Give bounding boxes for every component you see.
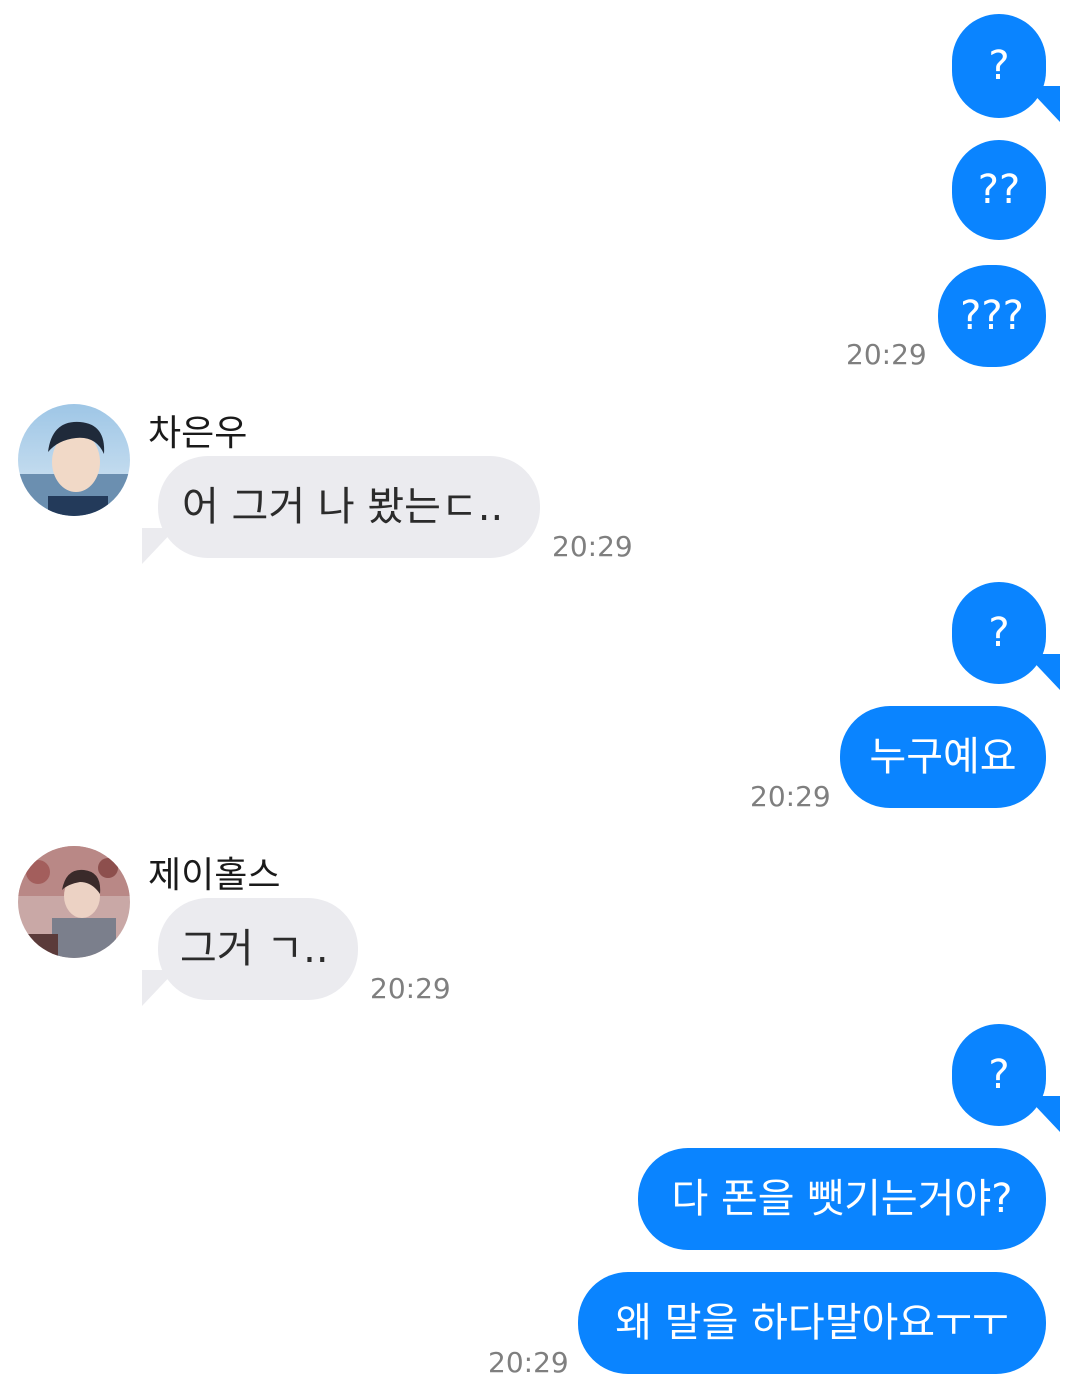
outgoing-message-bubble[interactable]: ? (952, 1024, 1046, 1126)
message-timestamp: 20:29 (370, 972, 451, 1005)
message-timestamp: 20:29 (552, 530, 633, 563)
contact-avatar[interactable] (18, 846, 130, 958)
profile-photo-avatar-icon (18, 846, 130, 958)
message-timestamp: 20:29 (846, 338, 927, 371)
message-timestamp: 20:29 (750, 780, 831, 813)
profile-photo-avatar-icon (18, 404, 130, 516)
incoming-message-bubble[interactable]: 그거 ㄱ.. (158, 898, 358, 1000)
outgoing-message-bubble[interactable]: ? (952, 582, 1046, 684)
outgoing-message-bubble[interactable]: 다 폰을 뺏기는거야? (638, 1148, 1046, 1250)
sender-name: 제이홀스 (148, 855, 281, 896)
message-timestamp: 20:29 (488, 1346, 569, 1379)
sender-name: 차은우 (148, 413, 248, 454)
incoming-message-bubble[interactable]: 어 그거 나 봤는ㄷ.. (158, 456, 540, 558)
outgoing-message-bubble[interactable]: ?? (952, 140, 1046, 240)
outgoing-message-bubble[interactable]: ? (952, 14, 1046, 118)
outgoing-message-bubble[interactable]: ??? (938, 265, 1046, 367)
outgoing-message-bubble[interactable]: 누구예요 (840, 706, 1046, 808)
contact-avatar[interactable] (18, 404, 130, 516)
outgoing-message-bubble[interactable]: 왜 말을 하다말아요ㅜㅜ (578, 1272, 1046, 1374)
chat-thread[interactable]: ? ?? ??? 20:29 차은우 어 그거 나 봤는ㄷ.. 20:29 ? … (0, 0, 1080, 1399)
